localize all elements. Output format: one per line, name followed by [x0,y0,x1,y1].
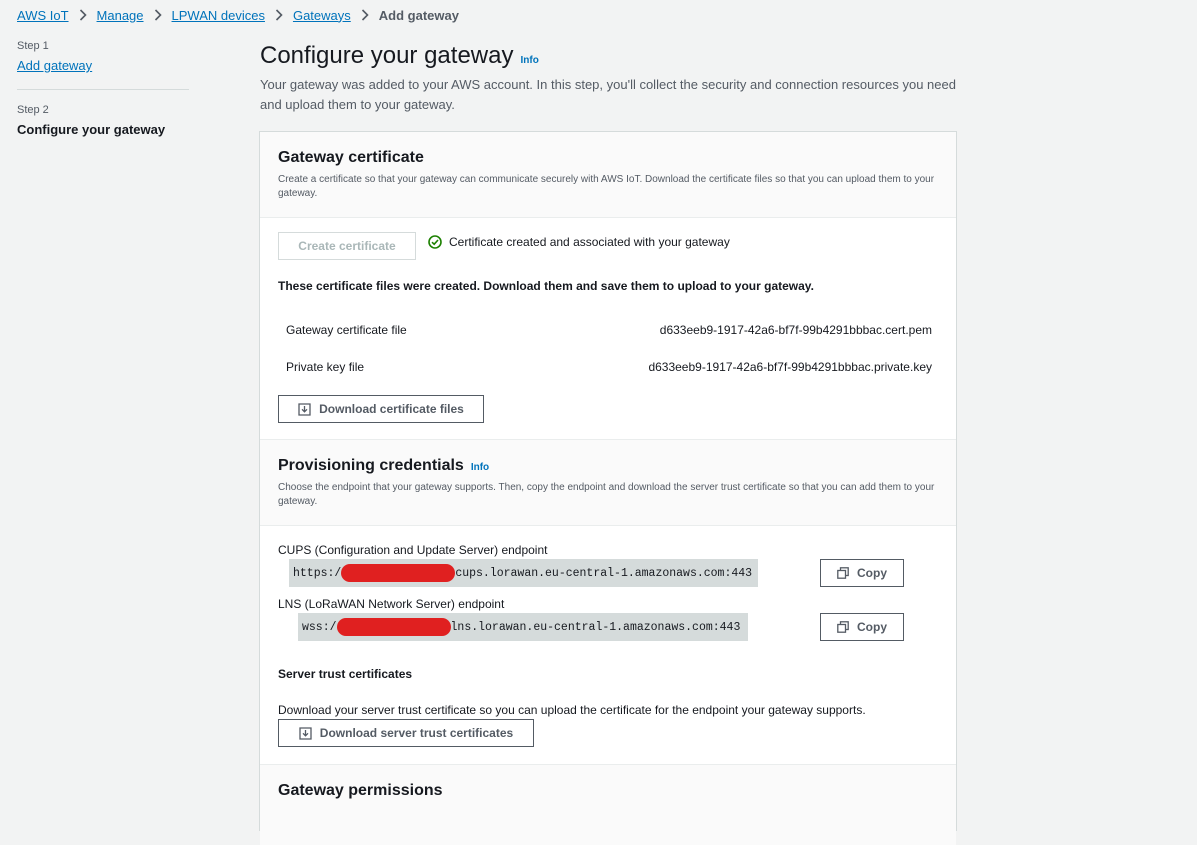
lns-endpoint-suffix: lns.lorawan.eu-central-1.amazonaws.com:4… [450,620,741,634]
gateway-permissions-header: Gateway permissions [260,765,956,845]
copy-label: Copy [857,566,887,580]
download-icon [298,402,311,416]
create-certificate-button[interactable]: Create certificate [278,232,416,260]
provisioning-credentials-body: CUPS (Configuration and Update Server) e… [260,526,956,765]
gateway-certificate-body: Create certificate Certificate created a… [260,218,956,440]
cups-endpoint-prefix: https:/ [293,566,342,580]
redaction-mark [336,618,451,636]
certificate-status: Certificate created and associated with … [428,235,730,249]
provisioning-credentials-subtitle: Choose the endpoint that your gateway su… [278,482,935,507]
configure-gateway-container: Gateway certificate Create a certificate… [259,131,957,845]
lns-endpoint-prefix: wss:/ [302,620,337,634]
success-check-icon [428,235,442,249]
gateway-certificate-header: Gateway certificate Create a certificate… [260,132,956,218]
gateway-certificate-subtitle: Create a certificate so that your gatewa… [278,174,935,199]
lns-endpoint-label: LNS (LoRaWAN Network Server) endpoint [278,597,505,611]
step-divider [17,89,189,90]
certificate-file-value: d633eeb9-1917-42a6-bf7f-99b4291bbbac.cer… [659,323,932,337]
copy-icon [837,567,849,579]
certificate-files-intro: These certificate files were created. Do… [278,279,814,293]
page-info-link[interactable]: Info [520,55,538,66]
copy-icon [837,621,849,633]
gateway-certificate-title: Gateway certificate [278,149,424,166]
breadcrumb-lpwan-devices[interactable]: LPWAN devices [172,8,265,23]
server-trust-description: Download your server trust certificate s… [278,703,866,717]
step-1-label: Step 1 [17,40,49,52]
download-certificate-files-button[interactable]: Download certificate files [278,395,484,423]
redaction-mark [341,564,456,582]
download-server-trust-label: Download server trust certificates [319,726,514,740]
step-1-link[interactable]: Add gateway [17,58,189,73]
download-icon [299,726,312,740]
certificate-status-text: Certificate created and associated with … [449,235,730,249]
cups-endpoint-label: CUPS (Configuration and Update Server) e… [278,543,548,557]
gateway-permissions-title: Gateway permissions [278,782,443,799]
provisioning-credentials-section: Provisioning credentials Info Choose the… [260,440,956,765]
page-title: Configure your gateway Info [260,42,539,70]
step-2-label: Step 2 [17,104,49,116]
download-server-trust-button[interactable]: Download server trust certificates [278,719,534,747]
cups-endpoint-value[interactable]: https:/ cups.lorawan.eu-central-1.amazona… [289,559,758,587]
server-trust-title: Server trust certificates [278,667,413,681]
download-certificate-files-label: Download certificate files [319,402,464,416]
certificate-file-row: Gateway certificate file d633eeb9-1917-4… [278,323,940,337]
breadcrumb-gateways[interactable]: Gateways [293,8,351,23]
page-title-text: Configure your gateway [260,42,514,69]
breadcrumb-aws-iot[interactable]: AWS IoT [17,8,69,23]
provisioning-credentials-title: Provisioning credentials [278,457,464,474]
copy-label: Copy [857,620,887,634]
gateway-certificate-section: Gateway certificate Create a certificate… [260,132,956,440]
private-key-file-row: Private key file d633eeb9-1917-42a6-bf7f… [278,360,940,374]
private-key-file-label: Private key file [286,360,365,374]
lns-endpoint-value[interactable]: wss:/ lns.lorawan.eu-central-1.amazonaws.… [298,613,748,641]
provisioning-credentials-title-row: Provisioning credentials Info [278,457,938,475]
wizard-steps-nav: Step 1 Add gateway Step 2 Configure your… [17,40,189,137]
step-2-current: Configure your gateway [17,122,166,137]
chevron-right-icon [275,9,283,21]
chevron-right-icon [79,9,87,21]
breadcrumb-current: Add gateway [378,7,459,23]
certificate-file-label: Gateway certificate file [286,323,407,337]
cups-endpoint-suffix: cups.lorawan.eu-central-1.amazonaws.com:… [455,566,753,580]
breadcrumb: AWS IoT Manage LPWAN devices Gateways Ad… [17,6,459,24]
copy-cups-endpoint-button[interactable]: Copy [820,559,904,587]
page-description: Your gateway was added to your AWS accou… [260,77,956,112]
private-key-file-value: d633eeb9-1917-42a6-bf7f-99b4291bbbac.pri… [648,360,932,374]
provisioning-credentials-header: Provisioning credentials Info Choose the… [260,440,956,526]
chevron-right-icon [361,9,369,21]
chevron-right-icon [154,9,162,21]
provisioning-info-link[interactable]: Info [471,462,489,473]
breadcrumb-manage[interactable]: Manage [97,8,144,23]
copy-lns-endpoint-button[interactable]: Copy [820,613,904,641]
gateway-permissions-section: Gateway permissions [260,765,956,845]
